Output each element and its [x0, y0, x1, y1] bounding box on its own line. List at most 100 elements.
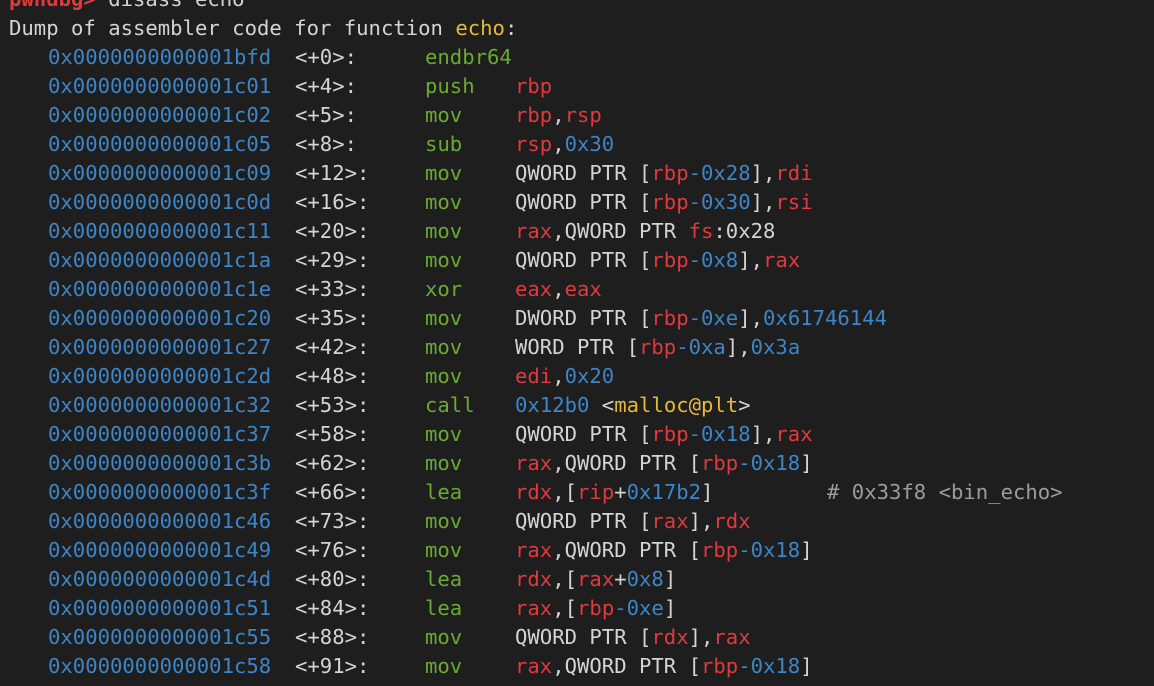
instruction-row: 0x0000000000001c0d <+16>: mov QWORD PTR [rb… — [9, 188, 1149, 217]
register-token: rax — [651, 509, 689, 533]
instruction-address: 0x0000000000001c3b — [48, 451, 272, 475]
instruction-operands: rax,QWORD PTR fs:0x28 — [515, 217, 775, 246]
instruction-operands: rax,QWORD PTR [rbp-0x18] — [515, 536, 813, 565]
instruction-row: 0x0000000000001c55 <+88>: mov QWORD PTR [rd… — [9, 623, 1149, 652]
dump-header-prefix: Dump of assembler code for function — [9, 16, 456, 40]
instruction-operands: QWORD PTR [rdx],rax — [515, 623, 751, 652]
instruction-address: 0x0000000000001c20 — [48, 306, 272, 330]
instruction-offset: <+35>: — [295, 306, 370, 330]
operand-text: ,[ — [552, 480, 578, 504]
instruction-offset: <+29>: — [295, 248, 370, 272]
instruction-mnemonic: mov — [425, 538, 463, 562]
operand-text: + — [614, 480, 627, 504]
number-token: 0x8 — [626, 567, 664, 591]
register-token: rbp — [639, 335, 677, 359]
operand-text: QWORD PTR [ — [515, 161, 652, 185]
instruction-mnemonic: mov — [425, 306, 463, 330]
instruction-operands: QWORD PTR [rbp-0x28],rdi — [515, 159, 813, 188]
instruction-address: 0x0000000000001c0d — [48, 190, 272, 214]
operand-text: QWORD PTR [ — [515, 625, 652, 649]
instruction-operands: rsp,0x30 — [515, 130, 614, 159]
instruction-operands: rax,QWORD PTR [rbp-0x18] — [515, 652, 813, 681]
number-token: -0xe — [688, 306, 739, 330]
operand-text: :0x28 — [713, 219, 776, 243]
instruction-mnemonic: mov — [425, 219, 463, 243]
operand-text: < — [589, 393, 615, 417]
dump-header: Dump of assembler code for function echo… — [9, 14, 1149, 43]
register-token: rbp — [651, 190, 689, 214]
operand-text: QWORD PTR [ — [515, 509, 652, 533]
instruction-operands: edi,0x20 — [515, 362, 614, 391]
instruction-offset: <+88>: — [295, 625, 370, 649]
instruction-address: 0x0000000000001c46 — [48, 509, 272, 533]
operand-text: ] — [800, 654, 813, 678]
register-token: rsp — [515, 132, 553, 156]
instruction-mnemonic: mov — [425, 161, 463, 185]
instruction-operands: QWORD PTR [rbp-0x18],rax — [515, 420, 813, 449]
instruction-offset: <+12>: — [295, 161, 370, 185]
number-token: 0x3a — [750, 335, 801, 359]
instruction-address: 0x0000000000001c27 — [48, 335, 272, 359]
instruction-comment: # 0x33f8 <bin_echo> — [827, 480, 1063, 504]
instruction-row: 0x0000000000001c20 <+35>: mov DWORD PTR [rb… — [9, 304, 1149, 333]
instruction-offset: <+16>: — [295, 190, 370, 214]
instruction-row: 0x0000000000001c49 <+76>: mov rax,QWORD PTR… — [9, 536, 1149, 565]
number-token: -0xe — [614, 596, 664, 620]
instruction-offset: <+80>: — [295, 567, 370, 591]
instruction-operands: rdx,[rip+0x17b2] — [515, 478, 713, 507]
operand-text: ,QWORD PTR [ — [552, 654, 701, 678]
instruction-operands: QWORD PTR [rbp-0x30],rsi — [515, 188, 813, 217]
terminal-output: pwndbg> disass echo Dump of assembler co… — [9, 0, 1149, 681]
instruction-mnemonic: xor — [425, 277, 463, 301]
register-token: rdx — [651, 625, 689, 649]
instruction-mnemonic: mov — [425, 509, 463, 533]
instruction-offset: <+0>: — [295, 45, 357, 69]
instruction-list: 0x0000000000001bfd <+0>: endbr64 0x00000000… — [9, 43, 1149, 681]
instruction-row: 0x0000000000001c05 <+8>: sub rsp,0x30 — [9, 130, 1149, 159]
operand-text: ], — [725, 335, 751, 359]
register-token: rbp — [651, 422, 689, 446]
instruction-mnemonic: mov — [425, 625, 463, 649]
instruction-address: 0x0000000000001c32 — [48, 393, 272, 417]
instruction-offset: <+73>: — [295, 509, 370, 533]
instruction-operands: WORD PTR [rbp-0xa],0x3a — [515, 333, 800, 362]
instruction-row: 0x0000000000001c32 <+53>: call 0x12b0 <mall… — [9, 391, 1149, 420]
operand-text: ,QWORD PTR [ — [552, 451, 701, 475]
register-token: rbp — [701, 538, 739, 562]
prompt-line: pwndbg> disass echo — [9, 0, 1149, 14]
instruction-operands: rax,QWORD PTR [rbp-0x18] — [515, 449, 813, 478]
operand-text: ], — [688, 509, 714, 533]
operand-text: , — [552, 277, 565, 301]
operand-text: QWORD PTR [ — [515, 248, 652, 272]
instruction-mnemonic: call — [425, 393, 475, 417]
register-token: rbp — [515, 103, 553, 127]
operand-text: ,[ — [552, 596, 578, 620]
prompt-name: pwndbg> — [9, 0, 96, 11]
register-token: rax — [515, 219, 553, 243]
instruction-mnemonic: mov — [425, 190, 463, 214]
register-token: rbp — [651, 306, 689, 330]
instruction-address: 0x0000000000001c55 — [48, 625, 272, 649]
operand-text: ,[ — [552, 567, 578, 591]
instruction-row: 0x0000000000001c51 <+84>: lea rax,[rbp-0xe] — [9, 594, 1149, 623]
register-token: rbp — [577, 596, 615, 620]
register-token: rdx — [515, 480, 553, 504]
operand-text: , — [552, 103, 565, 127]
operand-text: ] — [701, 480, 714, 504]
number-token: -0x8 — [688, 248, 739, 272]
operand-text: DWORD PTR [ — [515, 306, 652, 330]
instruction-address: 0x0000000000001c1a — [48, 248, 272, 272]
instruction-row: 0x0000000000001c02 <+5>: mov rbp,rsp — [9, 101, 1149, 130]
operand-text: + — [614, 567, 627, 591]
number-token: -0xa — [676, 335, 726, 359]
instruction-operands: 0x12b0 <malloc@plt> — [515, 391, 751, 420]
operand-text: ] — [800, 451, 813, 475]
instruction-address: 0x0000000000001c51 — [48, 596, 272, 620]
instruction-address: 0x0000000000001c58 — [48, 654, 272, 678]
register-token: eax — [564, 277, 602, 301]
instruction-offset: <+91>: — [295, 654, 370, 678]
operand-text: ], — [750, 161, 776, 185]
instruction-mnemonic: lea — [425, 480, 463, 504]
number-token: -0x18 — [738, 451, 801, 475]
instruction-row: 0x0000000000001c09 <+12>: mov QWORD PTR [rb… — [9, 159, 1149, 188]
